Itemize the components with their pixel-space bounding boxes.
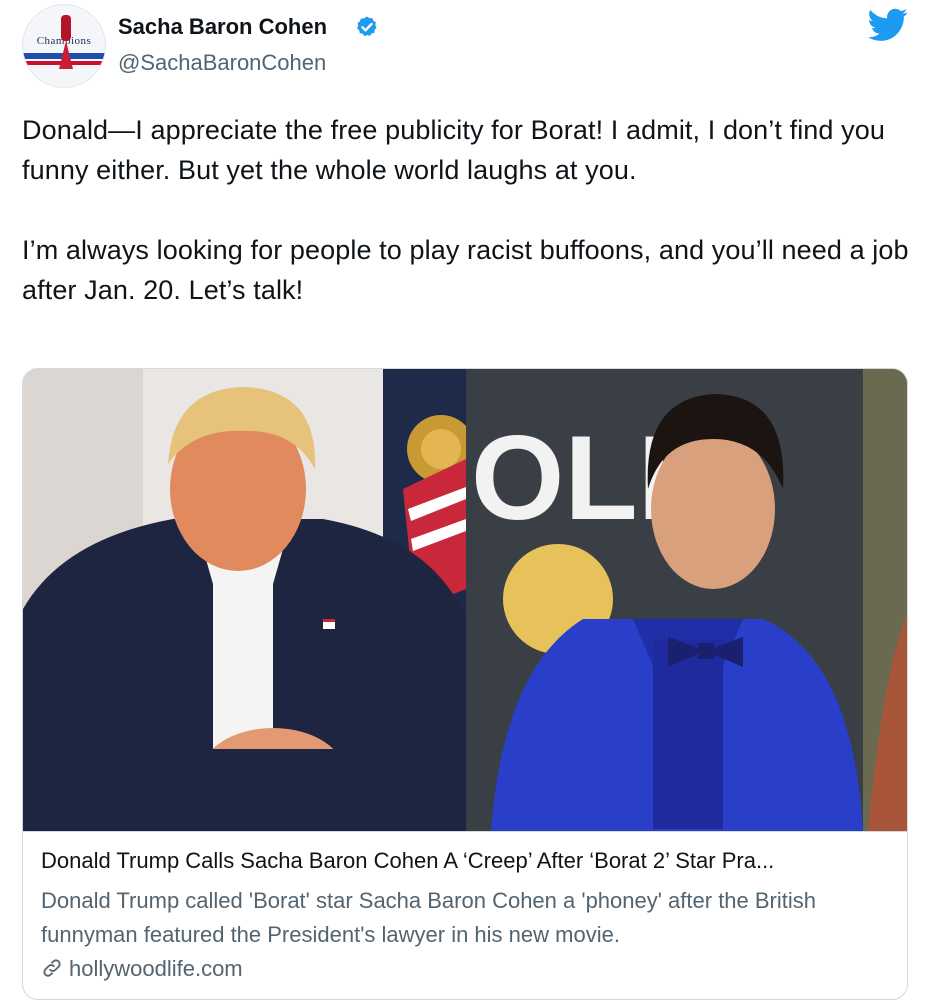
card-description: Donald Trump called 'Borat' star Sacha B… — [41, 888, 817, 947]
twitter-bird-icon[interactable] — [868, 8, 908, 42]
verified-badge-icon — [357, 16, 377, 37]
author-display-name[interactable]: Sacha Baron Cohen — [118, 14, 327, 40]
photo-left-donald-trump — [23, 369, 475, 831]
card-meta[interactable]: Donald Trump Calls Sacha Baron Cohen A ‘… — [23, 831, 907, 999]
tweet-text: Donald—I appreciate the free publicity f… — [22, 110, 922, 310]
link-icon — [43, 959, 61, 977]
card-domain-link[interactable]: hollywoodlife.com — [41, 956, 243, 982]
author-handle[interactable]: @SachaBaronCohen — [118, 50, 326, 76]
tweet-paragraph: Donald—I appreciate the free publicity f… — [22, 115, 885, 185]
card-title[interactable]: Donald Trump Calls Sacha Baron Cohen A ‘… — [41, 848, 891, 874]
card-media[interactable]: OLD — [23, 369, 908, 831]
card-domain: hollywoodlife.com — [69, 956, 243, 981]
tweet: Champions Sacha Baron Cohen @SachaBaronC… — [0, 0, 940, 1008]
photo-right-sacha-baron-cohen: OLD — [466, 369, 907, 831]
link-card[interactable]: OLD Donald Trump Calls Sacha Baron Cohen… — [22, 368, 908, 1000]
tweet-paragraph: I’m always looking for people to play ra… — [22, 235, 909, 305]
avatar[interactable]: Champions — [22, 4, 106, 88]
avatar-figure-skater-icon — [61, 15, 71, 41]
